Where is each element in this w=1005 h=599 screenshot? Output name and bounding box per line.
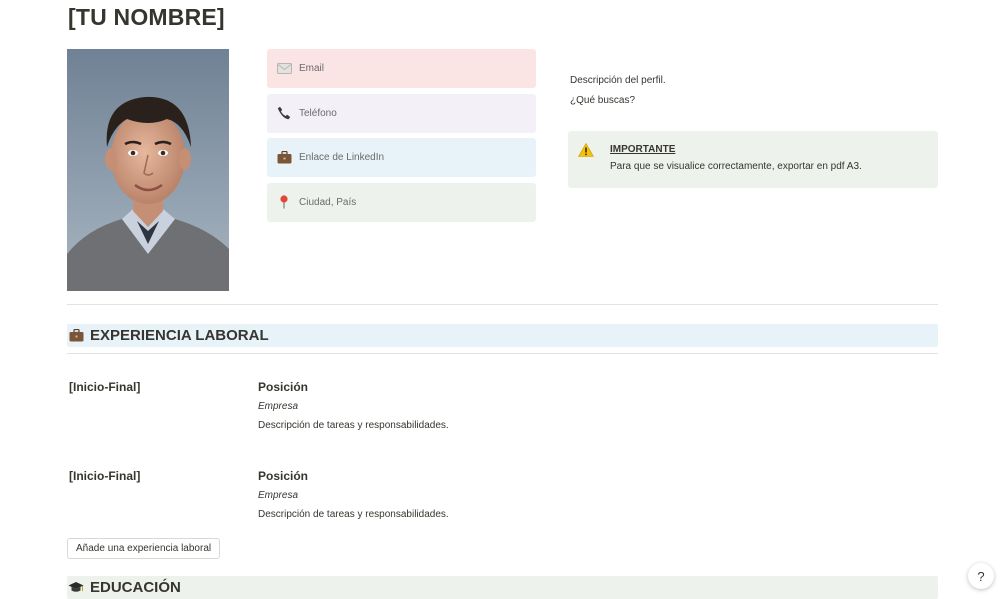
contact-email[interactable]: Email [267, 49, 536, 88]
contact-phone[interactable]: Teléfono [267, 93, 536, 133]
help-button[interactable]: ? [968, 563, 994, 589]
contact-email-label: Email [299, 63, 325, 74]
envelope-icon [276, 61, 292, 77]
graduation-cap-icon [68, 580, 84, 596]
page-title: [TU NOMBRE] [68, 4, 225, 30]
experience-position: Posición [258, 469, 309, 483]
education-heading-text: EDUCACIÓN [90, 579, 181, 596]
experience-item: Posición Empresa Descripción de tareas y… [258, 469, 449, 520]
experience-heading: EXPERIENCIA LABORAL [67, 324, 938, 347]
experience-description: Descripción de tareas y responsabilidade… [258, 509, 449, 520]
add-experience-button[interactable]: Añade una experiencia laboral [67, 538, 221, 559]
briefcase-icon [68, 328, 84, 344]
contact-list: Email Teléfono Enlace de LinkedIn Ciudad… [267, 49, 536, 227]
contact-linkedin-label: Enlace de LinkedIn [299, 152, 385, 164]
important-callout: IMPORTANTE Para que se visualice correct… [568, 131, 938, 188]
experience-position: Posición [258, 380, 309, 394]
contact-phone-label: Teléfono [299, 107, 337, 119]
experience-heading-text: EXPERIENCIA LABORAL [90, 327, 269, 344]
experience-item: Posición Empresa Descripción de tareas y… [258, 380, 449, 431]
divider [67, 304, 938, 305]
contact-location-label: Ciudad, País [299, 196, 357, 208]
profile-seeking: ¿Qué buscas? [570, 95, 636, 106]
briefcase-icon [276, 150, 292, 166]
education-heading: EDUCACIÓN [67, 576, 938, 599]
callout-body: Para que se visualice correctamente, exp… [610, 161, 862, 172]
profile-description: Descripción del perfil. [570, 75, 666, 86]
phone-icon [276, 105, 292, 121]
contact-linkedin[interactable]: Enlace de LinkedIn [267, 138, 536, 178]
profile-summary: Descripción del perfil. ¿Qué buscas? [570, 71, 666, 111]
experience-company: Empresa [258, 490, 299, 501]
experience-dates: [Inicio-Final] [69, 380, 141, 394]
contact-location[interactable]: Ciudad, País [267, 182, 536, 222]
profile-photo [67, 49, 229, 291]
experience-description: Descripción de tareas y responsabilidade… [258, 420, 449, 431]
experience-company: Empresa [258, 401, 299, 412]
divider [67, 353, 938, 354]
experience-dates: [Inicio-Final] [69, 469, 141, 483]
pin-icon [276, 194, 292, 210]
callout-title: IMPORTANTE [610, 144, 676, 155]
warning-icon [577, 142, 595, 159]
